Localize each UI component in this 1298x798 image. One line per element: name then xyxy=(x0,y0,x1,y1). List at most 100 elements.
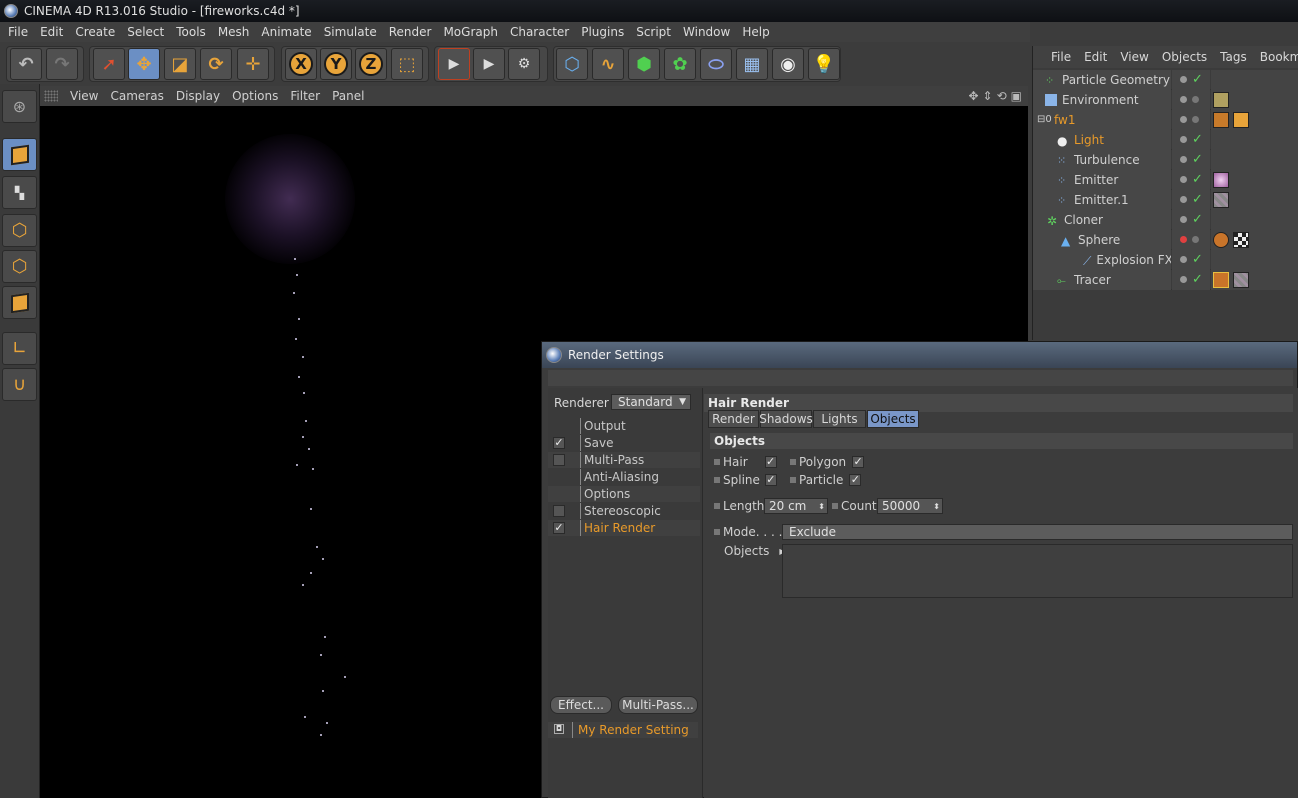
render-settings-titlebar[interactable]: Render Settings xyxy=(542,342,1297,368)
spline-icon[interactable]: ∿ xyxy=(592,48,624,80)
count-input[interactable]: 50000 ⬍ xyxy=(877,498,943,514)
enabled-check-icon[interactable]: ✓ xyxy=(1192,172,1203,187)
rs-item-multi-pass[interactable]: Multi-Pass xyxy=(548,452,700,468)
object-row[interactable]: ✲ Cloner ✓ xyxy=(1033,210,1298,230)
recent-tool-icon[interactable]: ✛ xyxy=(237,48,269,80)
live-selection-icon[interactable]: ➚ xyxy=(93,48,125,80)
tab-lights[interactable]: Lights xyxy=(813,410,866,428)
visibility-dot[interactable] xyxy=(1180,276,1187,283)
rs-item-output[interactable]: Output xyxy=(548,418,700,434)
object-row[interactable]: ⊟0 fw1 xyxy=(1033,110,1298,130)
menu-mograph[interactable]: MoGraph xyxy=(437,25,504,39)
mograph-tag-icon[interactable] xyxy=(1213,232,1229,248)
light-icon[interactable]: 💡 xyxy=(808,48,840,80)
menu-simulate[interactable]: Simulate xyxy=(318,25,383,39)
viewport-menu-options[interactable]: Options xyxy=(226,89,284,103)
enable-axis-icon[interactable]: ∟ xyxy=(2,332,37,365)
viewport-grip-icon[interactable] xyxy=(44,90,58,102)
polygons-mode-icon[interactable] xyxy=(2,286,37,319)
stepper-icon[interactable]: ⬍ xyxy=(933,502,940,511)
object-row[interactable]: ⟋ Explosion FX ✓ xyxy=(1033,250,1298,270)
length-input[interactable]: 20 cm ⬍ xyxy=(764,498,828,514)
rotate-view-icon[interactable]: ⟲ xyxy=(997,89,1007,103)
effect-button[interactable]: Effect... xyxy=(550,696,612,714)
scene-floor-icon[interactable]: ▦ xyxy=(736,48,768,80)
cube-object-icon[interactable]: ⬡ xyxy=(556,48,588,80)
mode-dropdown[interactable]: Exclude xyxy=(782,524,1293,540)
object-row[interactable]: ⁘ Emitter ✓ xyxy=(1033,170,1298,190)
menu-edit[interactable]: Edit xyxy=(34,25,69,39)
y-axis-lock-button[interactable]: Y xyxy=(320,48,352,80)
visibility-dot[interactable] xyxy=(1180,156,1187,163)
menu-window[interactable]: Window xyxy=(677,25,736,39)
model-mode-icon[interactable] xyxy=(2,138,37,171)
rs-item-options[interactable]: Options xyxy=(548,486,700,502)
render-picture-viewer-icon[interactable]: ▶ xyxy=(473,48,505,80)
material-tag-icon[interactable] xyxy=(1213,172,1229,188)
menu-mesh[interactable]: Mesh xyxy=(212,25,256,39)
material-tag-icon[interactable] xyxy=(1213,192,1229,208)
spline-checkbox[interactable]: ✓ xyxy=(764,474,777,486)
rs-item-save[interactable]: ✓ Save xyxy=(548,435,700,451)
render-dot[interactable] xyxy=(1192,236,1199,243)
menu-tools[interactable]: Tools xyxy=(170,25,212,39)
om-menu-edit[interactable]: Edit xyxy=(1078,50,1114,64)
object-row[interactable]: ⁙ Turbulence ✓ xyxy=(1033,150,1298,170)
objects-inexclude-list[interactable] xyxy=(782,544,1293,598)
viewport-menu-filter[interactable]: Filter xyxy=(284,89,326,103)
deformer-icon[interactable]: ⬭ xyxy=(700,48,732,80)
visibility-dot[interactable] xyxy=(1180,136,1187,143)
tab-objects[interactable]: Objects xyxy=(867,410,919,428)
viewport-menu-panel[interactable]: Panel xyxy=(326,89,370,103)
visibility-dot[interactable] xyxy=(1180,236,1187,243)
om-menu-view[interactable]: View xyxy=(1114,50,1155,64)
points-mode-icon[interactable]: ⬡ xyxy=(2,214,37,247)
array-icon[interactable]: ✿ xyxy=(664,48,696,80)
z-axis-lock-button[interactable]: Z xyxy=(355,48,387,80)
om-menu-tags[interactable]: Tags xyxy=(1214,50,1254,64)
visibility-dot[interactable] xyxy=(1180,96,1187,103)
enabled-check-icon[interactable]: ✓ xyxy=(1192,132,1203,147)
camera-icon[interactable]: ◉ xyxy=(772,48,804,80)
edges-mode-icon[interactable]: ⬡ xyxy=(2,250,37,283)
visibility-dot[interactable] xyxy=(1180,256,1187,263)
texture-tag-icon[interactable] xyxy=(1233,232,1249,248)
menu-character[interactable]: Character xyxy=(504,25,575,39)
scale-tool-icon[interactable]: ◪ xyxy=(164,48,196,80)
visibility-dot[interactable] xyxy=(1180,76,1187,83)
texture-mode-icon[interactable]: ⊛ xyxy=(2,90,37,123)
nurbs-icon[interactable]: ⬢ xyxy=(628,48,660,80)
object-row[interactable]: ▲ Sphere xyxy=(1033,230,1298,250)
menu-create[interactable]: Create xyxy=(69,25,121,39)
hair-checkbox[interactable]: ✓ xyxy=(764,456,777,468)
undo-icon[interactable]: ↶ xyxy=(10,48,42,80)
material-tag-icon[interactable] xyxy=(1233,272,1249,288)
menu-select[interactable]: Select xyxy=(121,25,170,39)
texture-axis-mode-icon[interactable]: ▚ xyxy=(2,176,37,209)
tab-render[interactable]: Render xyxy=(708,410,759,428)
visibility-dot[interactable] xyxy=(1180,216,1187,223)
render-preset-my-render-setting[interactable]: ◘ My Render Setting xyxy=(548,722,698,738)
om-menu-bookmarks[interactable]: Bookmar xyxy=(1254,50,1298,64)
viewport-menu-view[interactable]: View xyxy=(64,89,104,103)
object-row[interactable]: ⁘ Emitter.1 ✓ xyxy=(1033,190,1298,210)
stereoscopic-checkbox[interactable] xyxy=(553,505,565,517)
enabled-check-icon[interactable]: ✓ xyxy=(1192,252,1203,267)
move-view-icon[interactable]: ✥ xyxy=(968,89,978,103)
polygon-checkbox[interactable]: ✓ xyxy=(852,456,865,468)
visibility-dot[interactable] xyxy=(1180,176,1187,183)
render-settings-grip[interactable] xyxy=(548,370,1293,386)
object-row[interactable]: ● Light ✓ xyxy=(1033,130,1298,150)
multi-pass-button[interactable]: Multi-Pass... xyxy=(618,696,698,714)
stepper-icon[interactable]: ⬍ xyxy=(818,502,825,511)
om-menu-file[interactable]: File xyxy=(1045,50,1078,64)
render-tag-icon[interactable] xyxy=(1213,112,1229,128)
material-tag-icon[interactable] xyxy=(1213,272,1229,288)
object-row[interactable]: ⁘ Particle Geometry ✓ xyxy=(1033,70,1298,90)
render-dot[interactable] xyxy=(1192,96,1199,103)
hair-render-checkbox[interactable]: ✓ xyxy=(553,522,565,534)
render-dot[interactable] xyxy=(1192,116,1199,123)
rs-item-stereoscopic[interactable]: Stereoscopic xyxy=(548,503,700,519)
move-tool-icon[interactable]: ✥ xyxy=(128,48,160,80)
render-view-icon[interactable]: ▶ xyxy=(438,48,470,80)
